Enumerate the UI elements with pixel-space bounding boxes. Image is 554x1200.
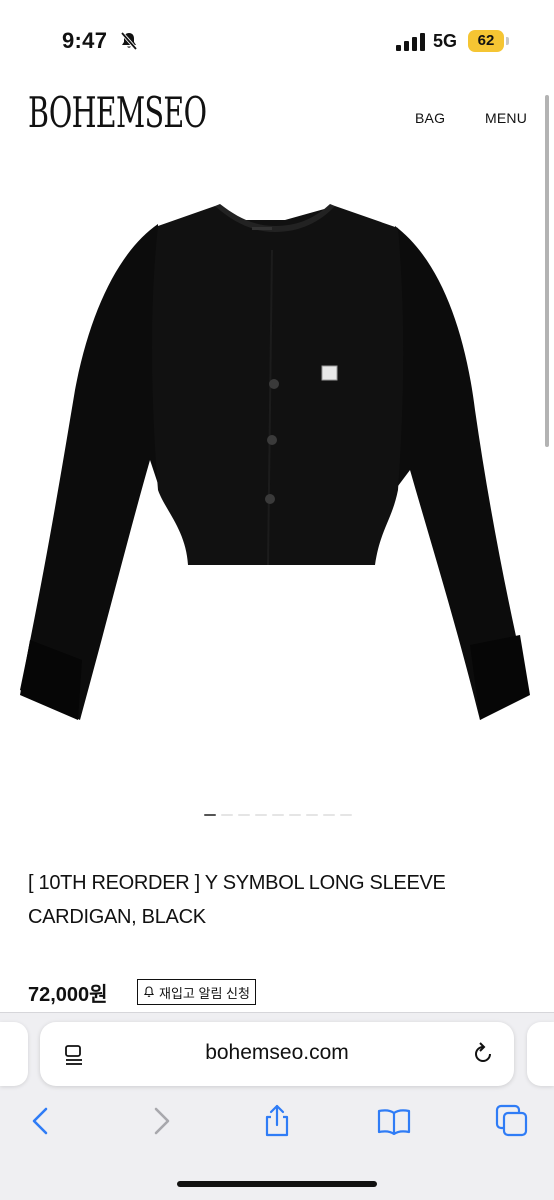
bell-slash-icon — [120, 31, 138, 51]
carousel-dot[interactable] — [306, 814, 318, 816]
previous-tab-peek[interactable] — [0, 1022, 28, 1086]
site-header: BOHEMSEO BAG MENU — [0, 84, 554, 164]
neck-label — [252, 227, 272, 230]
right-cuff — [470, 635, 530, 720]
product-price: 72,000원 — [28, 984, 108, 1006]
product-title: [ 10TH REORDER ] Y SYMBOL LONG SLEEVE CA… — [28, 872, 446, 928]
share-icon[interactable] — [259, 1103, 295, 1139]
brand-logo[interactable]: BOHEMSEO — [28, 88, 207, 137]
carousel-dot[interactable] — [221, 814, 233, 816]
y-symbol-patch — [321, 365, 338, 381]
bag-link[interactable]: BAG — [415, 110, 445, 126]
carousel-dot[interactable] — [323, 814, 335, 816]
carousel-dot[interactable] — [340, 814, 352, 816]
bookmarks-icon[interactable] — [376, 1103, 412, 1139]
bell-icon — [143, 986, 155, 997]
reload-icon[interactable] — [470, 1041, 496, 1067]
address-bar[interactable]: bohemseo.com — [40, 1022, 514, 1086]
forward-icon[interactable] — [142, 1103, 178, 1139]
button-1 — [269, 379, 279, 389]
carousel-dot[interactable] — [272, 814, 284, 816]
status-time: 9:47 — [62, 28, 108, 53]
url-text: bohemseo.com — [205, 1041, 349, 1064]
restock-alert-label: 재입고 알림 신청 — [159, 985, 250, 1001]
next-tab-peek[interactable] — [527, 1022, 554, 1086]
carousel-dot[interactable] — [204, 814, 216, 816]
button-3 — [265, 494, 275, 504]
signal-icon — [396, 33, 425, 51]
carousel-dot[interactable] — [238, 814, 250, 816]
tabs-icon[interactable] — [494, 1103, 530, 1139]
battery-cap — [506, 37, 509, 45]
back-icon[interactable] — [24, 1103, 60, 1139]
restock-alert-button[interactable]: 재입고 알림 신청 — [137, 979, 256, 1005]
network-label: 5G — [433, 31, 458, 51]
image-carousel-dots[interactable] — [204, 814, 352, 818]
button-2 — [267, 435, 277, 445]
carousel-dot[interactable] — [289, 814, 301, 816]
home-indicator[interactable] — [177, 1181, 377, 1187]
status-bar: 9:47 5G 62 — [0, 0, 554, 84]
battery-indicator: 62 — [468, 30, 504, 52]
menu-link[interactable]: MENU — [485, 110, 527, 126]
carousel-dot[interactable] — [255, 814, 267, 816]
product-image[interactable] — [0, 190, 554, 750]
